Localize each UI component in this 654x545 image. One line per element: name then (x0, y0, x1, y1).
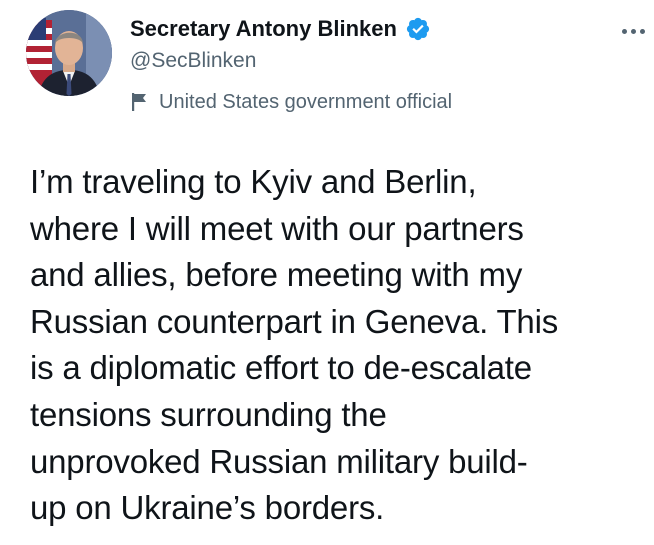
tweet-card: Secretary Antony Blinken @SecBlinken Uni… (0, 0, 654, 545)
author-identity[interactable]: Secretary Antony Blinken @SecBlinken (130, 14, 431, 74)
flag-icon (131, 92, 149, 112)
verified-badge-icon (405, 16, 431, 42)
profile-photo (26, 10, 112, 96)
avatar[interactable] (26, 10, 112, 96)
account-label[interactable]: United States government official (131, 88, 452, 116)
tweet-text: I’m traveling to Kyiv and Berlin, where … (30, 163, 559, 527)
account-label-text: United States government official (159, 90, 453, 113)
more-options-icon[interactable] (622, 16, 654, 46)
user-handle[interactable]: @SecBlinken (130, 48, 431, 74)
display-name[interactable]: Secretary Antony Blinken (130, 16, 397, 42)
name-row: Secretary Antony Blinken (130, 14, 431, 44)
